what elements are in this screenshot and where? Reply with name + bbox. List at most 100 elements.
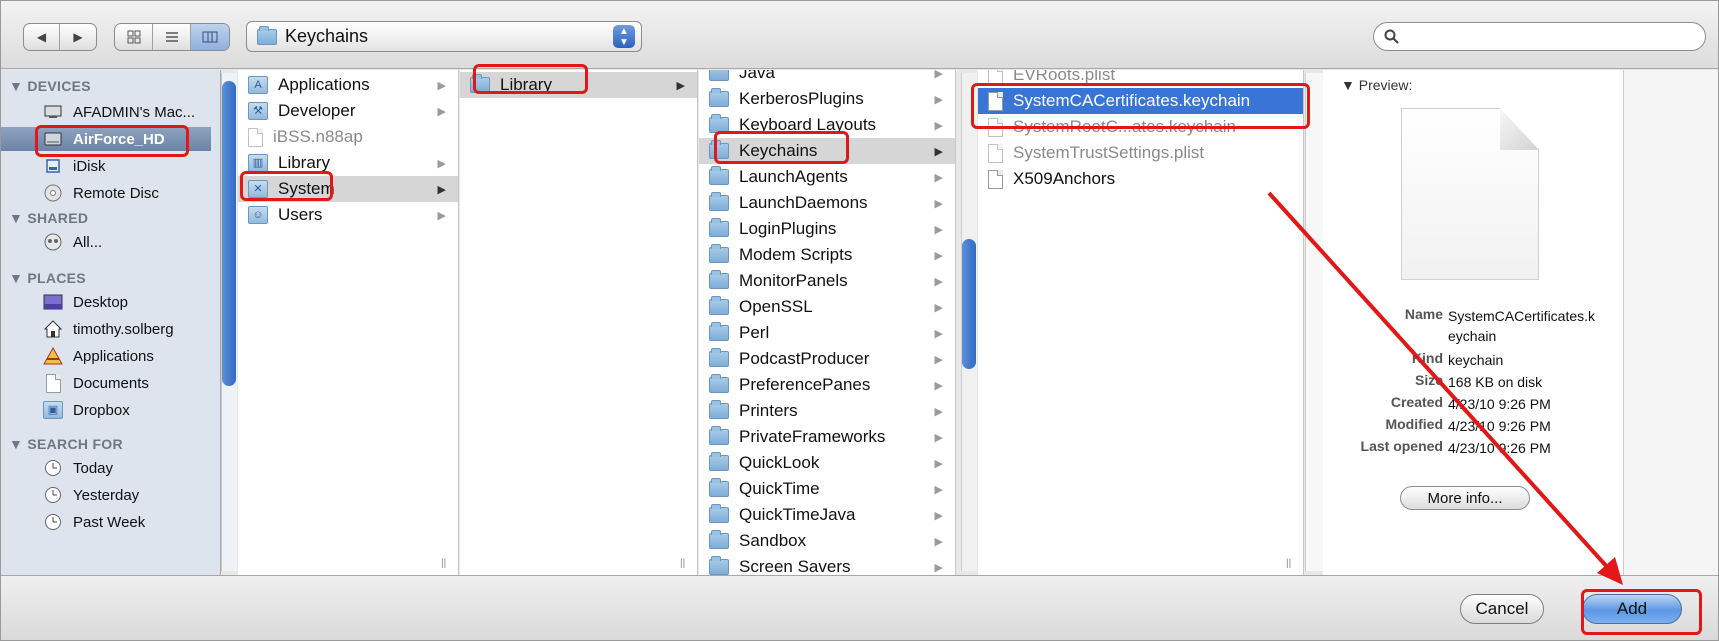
list-item-x509anchors[interactable]: X509Anchors	[978, 166, 1303, 192]
column-view-button[interactable]	[191, 24, 229, 50]
icon-view-icon	[127, 30, 140, 44]
sidebar-item-past-week[interactable]: Past Week	[1, 510, 211, 534]
list-item-systemtrustsettings[interactable]: SystemTrustSettings.plist	[978, 140, 1303, 166]
list-item-monitorpanels[interactable]: MonitorPanels ▶	[699, 268, 955, 294]
chevron-right-icon: ▶	[934, 70, 943, 80]
sidebar-item-dropbox[interactable]: ▣ Dropbox	[1, 398, 211, 422]
location-popup[interactable]: Keychains ▲ ▼	[246, 21, 642, 52]
chevron-right-icon: ▶	[934, 145, 943, 158]
chevron-right-icon: ▶	[676, 79, 685, 92]
list-item-launchdaemons[interactable]: LaunchDaemons ▶	[699, 190, 955, 216]
column-resize-handle[interactable]: ||	[441, 558, 446, 569]
sidebar-item-label: Remote Disc	[73, 184, 159, 202]
list-item-openssl[interactable]: OpenSSL ▶	[699, 294, 955, 320]
sidebar-item-label: Today	[73, 459, 114, 477]
item-label: QuickTime	[739, 479, 820, 498]
preview-column-background	[1623, 70, 1718, 575]
list-item-java[interactable]: Java ▶	[699, 70, 955, 86]
column-resize-handle[interactable]: ||	[680, 558, 685, 569]
list-item-preferencepanes[interactable]: PreferencePanes ▶	[699, 372, 955, 398]
list-item-systemcacertificates[interactable]: SystemCACertificates.keychain	[978, 88, 1303, 114]
meta-key: Modified	[1385, 416, 1443, 432]
forward-button[interactable]: ▶	[60, 24, 96, 50]
icon-view-button[interactable]	[115, 24, 153, 50]
chevron-right-icon: ▶	[934, 171, 943, 184]
list-item-quicktime[interactable]: QuickTime ▶	[699, 476, 955, 502]
list-item-modem-scripts[interactable]: Modem Scripts ▶	[699, 242, 955, 268]
list-item-podcastproducer[interactable]: PodcastProducer ▶	[699, 346, 955, 372]
cancel-button[interactable]: Cancel	[1460, 594, 1544, 624]
list-view-button[interactable]	[153, 24, 191, 50]
sidebar-item-today[interactable]: Today	[1, 456, 211, 480]
developer-folder-icon: ⚒	[248, 102, 268, 120]
chevron-right-icon: ▶	[934, 457, 943, 470]
list-item-quicktimejava[interactable]: QuickTimeJava ▶	[699, 502, 955, 528]
folder-icon	[709, 88, 729, 107]
chevron-right-icon: ▶	[437, 183, 446, 196]
list-item-perl[interactable]: Perl ▶	[699, 320, 955, 346]
desktop-icon	[43, 293, 63, 311]
preview-pane: ▼ Preview: Name SystemCACertificates.key…	[1323, 70, 1623, 575]
list-item-system[interactable]: ✕ System ▶	[238, 176, 458, 202]
list-item-keychains[interactable]: Keychains ▶	[699, 138, 955, 164]
list-item-users[interactable]: ☺ Users ▶	[238, 202, 458, 228]
list-item-loginplugins[interactable]: LoginPlugins ▶	[699, 216, 955, 242]
chevron-right-icon: ▶	[934, 379, 943, 392]
list-item-ibss[interactable]: iBSS.n88ap	[238, 124, 458, 150]
list-item-evroots[interactable]: EVRoots.plist	[978, 70, 1303, 88]
item-label: QuickTimeJava	[739, 505, 856, 524]
item-label: Java	[739, 70, 775, 82]
list-item-kerberosplugins[interactable]: KerberosPlugins ▶	[699, 86, 955, 112]
sidebar-item-airforce-hd[interactable]: AirForce_HD	[1, 127, 211, 151]
column-scroll-thumb[interactable]	[962, 239, 976, 369]
meta-key: Last opened	[1360, 438, 1443, 454]
sidebar-item-applications[interactable]: Applications	[1, 344, 211, 368]
sidebar: ▼ DEVICES AFADMIN's Mac... AirForce_HD i…	[1, 70, 221, 575]
sidebar-item-documents[interactable]: Documents	[1, 371, 211, 395]
folder-icon	[709, 504, 729, 523]
sidebar-scroll-thumb[interactable]	[222, 81, 236, 386]
dropbox-icon: ▣	[43, 401, 63, 419]
list-item-printers[interactable]: Printers ▶	[699, 398, 955, 424]
sidebar-item-mac[interactable]: AFADMIN's Mac...	[1, 100, 211, 124]
list-item-quicklook[interactable]: QuickLook ▶	[699, 450, 955, 476]
sidebar-header-devices: ▼ DEVICES	[9, 78, 91, 94]
hard-drive-icon	[43, 130, 63, 148]
sidebar-item-label: Documents	[73, 374, 149, 392]
sidebar-item-desktop[interactable]: Desktop	[1, 290, 211, 314]
add-button[interactable]: Add	[1582, 594, 1682, 624]
more-info-button[interactable]: More info...	[1400, 486, 1530, 510]
forward-arrow-icon: ▶	[73, 30, 83, 44]
chevron-right-icon: ▶	[934, 197, 943, 210]
sidebar-item-remote-disc[interactable]: Remote Disc	[1, 181, 211, 205]
list-item-privateframeworks[interactable]: PrivateFrameworks ▶	[699, 424, 955, 450]
search-field[interactable]	[1373, 22, 1706, 51]
list-item-systemrootcertificates[interactable]: SystemRootC...ates.keychain	[978, 114, 1303, 140]
sidebar-item-label: Past Week	[73, 513, 146, 531]
column-library: Java ▶ KerberosPlugins ▶ Keyboard Layouts ▶…	[699, 70, 956, 575]
list-item-keyboard-layouts[interactable]: Keyboard Layouts ▶	[699, 112, 955, 138]
search-input[interactable]	[1405, 28, 1705, 45]
list-item-library[interactable]: ▥ Library ▶	[238, 150, 458, 176]
chevron-right-icon: ▶	[934, 483, 943, 496]
users-folder-icon: ☺	[248, 206, 268, 224]
sidebar-item-idisk[interactable]: iDisk	[1, 154, 211, 178]
list-item-developer[interactable]: ⚒ Developer ▶	[238, 98, 458, 124]
back-button[interactable]: ◀	[24, 24, 60, 50]
meta-value: 4/23/10 9:26 PM	[1448, 396, 1551, 412]
chevron-right-icon: ▶	[934, 509, 943, 522]
item-label: LaunchDaemons	[739, 193, 868, 212]
list-item-library[interactable]: Library ▶	[460, 72, 697, 98]
folder-icon	[709, 478, 729, 497]
sidebar-item-home[interactable]: timothy.solberg	[1, 317, 211, 341]
sidebar-item-all[interactable]: All...	[1, 230, 211, 254]
item-label: Modem Scripts	[739, 245, 853, 264]
folder-icon	[709, 244, 729, 263]
list-item-sandbox[interactable]: Sandbox ▶	[699, 528, 955, 554]
sidebar-item-label: Yesterday	[73, 486, 140, 504]
column-resize-handle[interactable]: ||	[1286, 558, 1291, 569]
sidebar-item-yesterday[interactable]: Yesterday	[1, 483, 211, 507]
list-item-applications[interactable]: A Applications ▶	[238, 72, 458, 98]
list-item-launchagents[interactable]: LaunchAgents ▶	[699, 164, 955, 190]
list-item-screen-savers[interactable]: Screen Savers ▶	[699, 554, 955, 575]
